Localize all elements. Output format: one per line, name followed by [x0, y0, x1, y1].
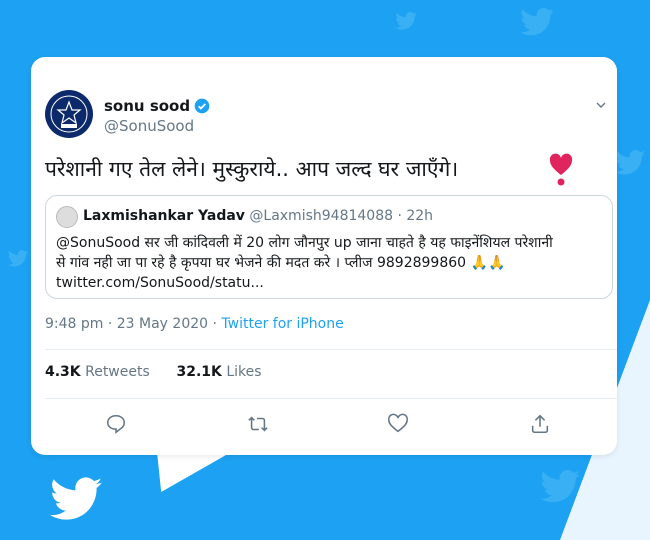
- likes-count: 32.1K: [176, 364, 222, 380]
- like-icon[interactable]: [387, 413, 409, 435]
- quoted-author-handle: @Laxmish94814088: [249, 208, 394, 224]
- retweets-stat[interactable]: 4.3K Retweets: [45, 364, 150, 380]
- tweet-timestamp[interactable]: 9:48 pm · 23 May 2020 ·: [45, 316, 221, 332]
- quoted-tweet[interactable]: Laxmishankar Yadav @Laxmish94814088 · 22…: [45, 195, 613, 299]
- retweets-label: Retweets: [80, 364, 150, 380]
- quoted-link[interactable]: twitter.com/SonuSood/statu...: [56, 273, 604, 293]
- quoted-avatar: [56, 206, 78, 228]
- tweet-card: sonu sood @SonuSood परेशानी गए तेल लेने।…: [31, 57, 617, 455]
- speech-bubble-tail: [143, 450, 235, 492]
- quoted-header: Laxmishankar Yadav @Laxmish94814088 · 22…: [83, 208, 433, 224]
- quoted-line: से गांव नही जा पा रहे है कृपया घर भेजने …: [56, 255, 506, 271]
- red-heart-icon: [549, 153, 573, 186]
- likes-stat[interactable]: 32.1K Likes: [176, 364, 261, 380]
- tweet-meta: 9:48 pm · 23 May 2020 · Twitter for iPho…: [45, 316, 344, 332]
- tweet-stats: 4.3K Retweets 32.1K Likes: [45, 364, 262, 380]
- divider: [45, 398, 617, 399]
- likes-label: Likes: [221, 364, 262, 380]
- share-icon[interactable]: [529, 413, 551, 435]
- author-handle[interactable]: @SonuSood: [104, 117, 194, 135]
- quoted-author-name: Laxmishankar Yadav: [83, 208, 245, 224]
- quoted-line: @SonuSood सर जी कांदिवली में 20 लोग जौनप…: [56, 235, 553, 251]
- reply-icon[interactable]: [105, 413, 127, 435]
- retweets-count: 4.3K: [45, 364, 81, 380]
- tweet-text: परेशानी गए तेल लेने। मुस्कुराये.. आप जल्…: [45, 157, 459, 181]
- tweet-source[interactable]: Twitter for iPhone: [221, 316, 343, 332]
- quoted-time: · 22h: [397, 208, 434, 224]
- author-name-text[interactable]: sonu sood: [104, 97, 190, 115]
- author-name[interactable]: sonu sood: [104, 97, 210, 115]
- retweet-icon[interactable]: [247, 413, 269, 435]
- divider: [45, 349, 617, 350]
- quoted-text: @SonuSood सर जी कांदिवली में 20 लोग जौनप…: [56, 233, 604, 293]
- verified-icon: [194, 98, 210, 114]
- avatar[interactable]: [45, 90, 93, 138]
- chevron-down-icon[interactable]: [593, 97, 609, 113]
- twitter-bird-icon: [50, 477, 102, 520]
